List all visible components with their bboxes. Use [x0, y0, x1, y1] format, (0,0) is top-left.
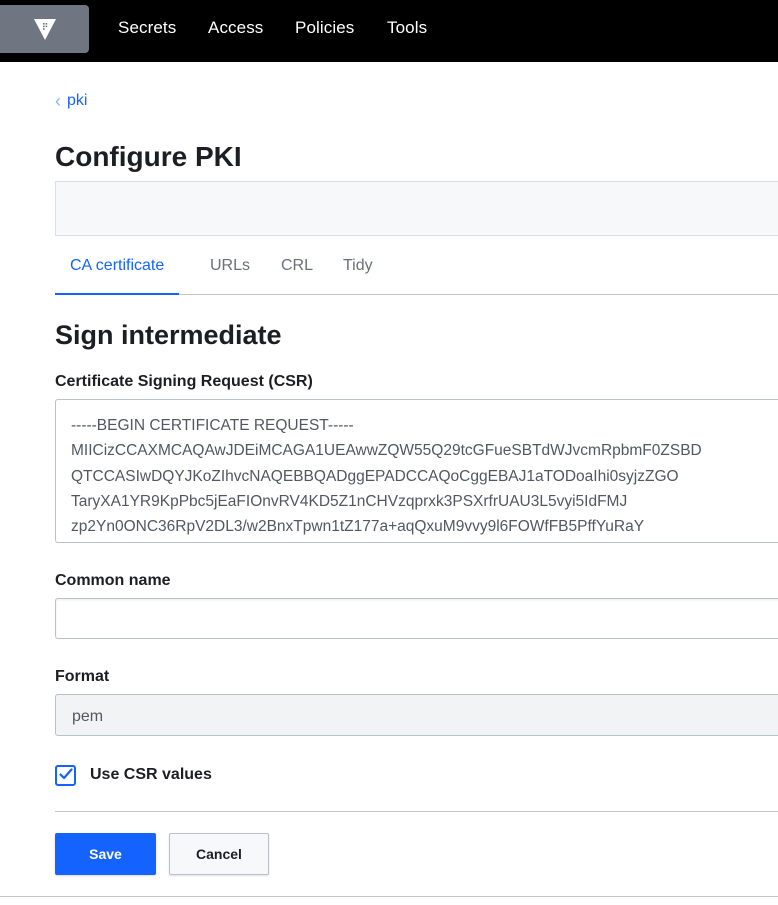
tab-ca-certificate[interactable]: CA certificate [55, 250, 180, 295]
csr-textarea[interactable]: -----BEGIN CERTIFICATE REQUEST----- MIIC… [55, 399, 778, 543]
nav-secrets[interactable]: Secrets [118, 18, 176, 38]
tab-bar: CA certificate URLs CRL Tidy [55, 250, 778, 295]
nav-tools[interactable]: Tools [387, 18, 427, 38]
csr-line: QTCCASIwDQYJKoZIhvcNAQEBBQADggEPADCCAQoC… [71, 467, 679, 485]
chevron-left-icon: ‹ [55, 91, 61, 111]
page-title: Configure PKI [55, 141, 242, 172]
csr-line: -----BEGIN CERTIFICATE REQUEST----- [71, 417, 354, 434]
nav-access[interactable]: Access [208, 18, 263, 38]
common-name-label: Common name [55, 572, 171, 589]
tab-tidy[interactable]: Tidy [343, 250, 373, 295]
common-name-input[interactable] [55, 598, 778, 639]
csr-label: Certificate Signing Request (CSR) [55, 373, 313, 390]
vault-logo-button[interactable] [0, 5, 89, 53]
bottom-divider [0, 896, 778, 897]
checkmark-icon [58, 767, 73, 785]
format-selected-value: pem [72, 708, 104, 725]
format-label: Format [55, 668, 110, 685]
cancel-button[interactable]: Cancel [169, 833, 269, 875]
tab-crl[interactable]: CRL [281, 250, 313, 295]
tab-urls[interactable]: URLs [210, 250, 250, 295]
breadcrumb-link-pki[interactable]: pki [67, 92, 87, 110]
use-csr-values-checkbox[interactable] [55, 765, 76, 786]
section-title: Sign intermediate [55, 320, 282, 350]
use-csr-values-label[interactable]: Use CSR values [90, 766, 212, 784]
save-button[interactable]: Save [55, 833, 156, 875]
format-select[interactable]: pem [55, 694, 778, 736]
info-panel [55, 181, 778, 236]
top-navigation-bar: Secrets Access Policies Tools [0, 0, 778, 62]
nav-policies[interactable]: Policies [295, 18, 354, 38]
csr-line: TaryXA1YR9KpPbc5jEaFIOnvRV4KD5Z1nCHVzqpr… [71, 492, 628, 510]
vault-logo-icon [32, 16, 58, 42]
csr-line: zp2Yn0ONC36RpV2DL3/w2BnxTpwn1tZ177a+aqQx… [71, 518, 645, 536]
form-divider [55, 811, 778, 812]
csr-line: MIICizCCAXMCAQAwJDEiMCAGA1UEAwwZQW55Q29t… [71, 442, 702, 460]
breadcrumb[interactable]: ‹ pki [55, 92, 87, 110]
